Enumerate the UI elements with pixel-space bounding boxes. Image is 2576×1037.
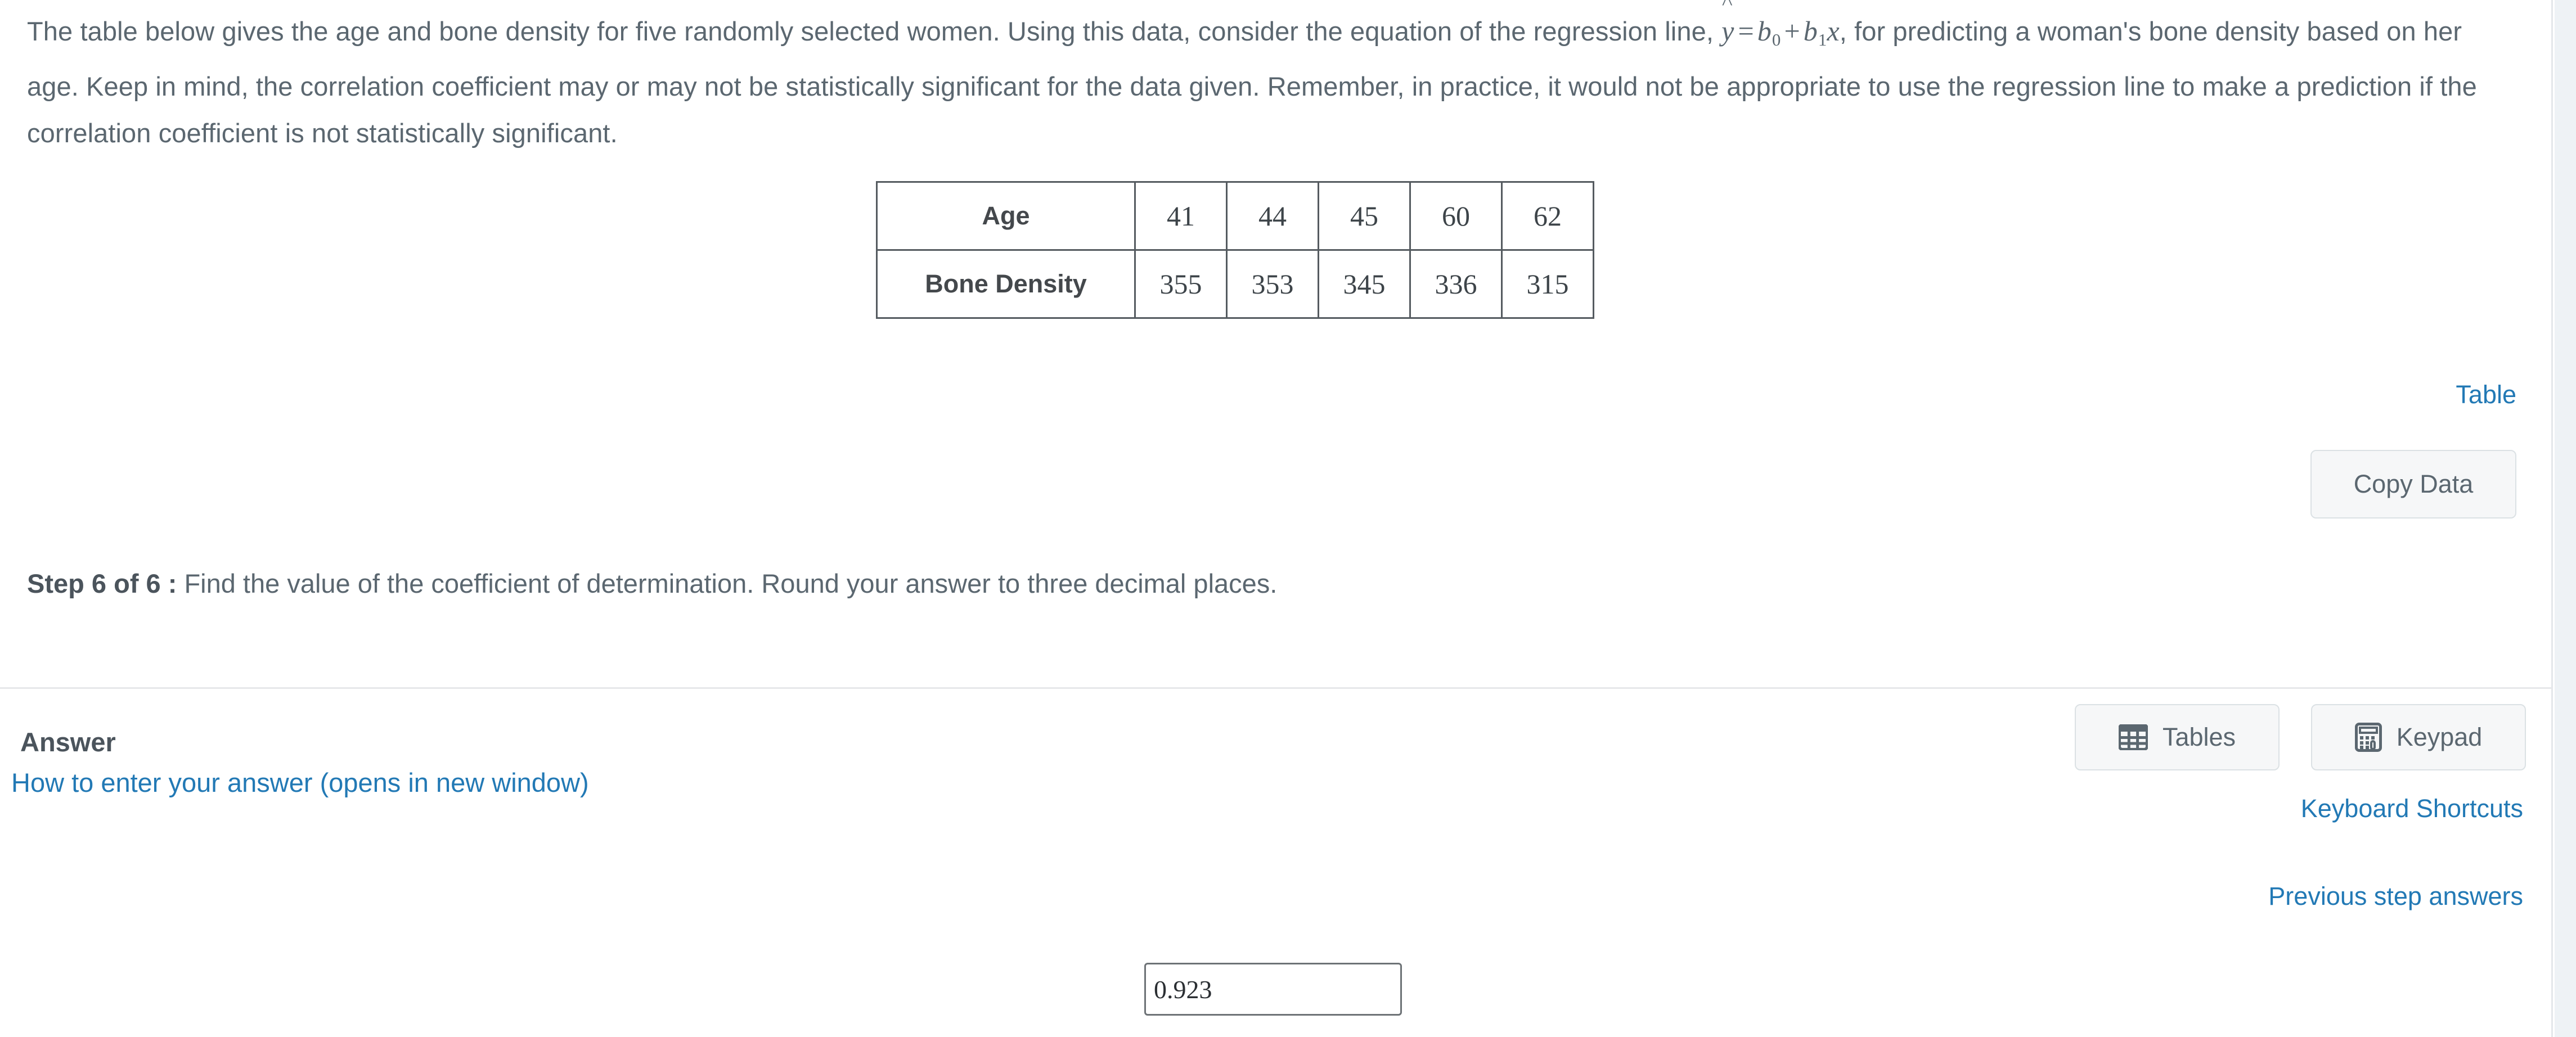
y-variable: y — [1721, 15, 1734, 47]
bone-density-value-5: 315 — [1501, 249, 1594, 319]
hat-accent-icon: ^ — [1721, 0, 1733, 15]
answer-heading: Answer — [20, 727, 116, 757]
section-divider — [0, 687, 2552, 689]
keypad-button-label: Keypad — [2396, 723, 2483, 751]
age-value-4: 60 — [1409, 181, 1503, 251]
bone-density-value-1: 355 — [1134, 249, 1228, 319]
bone-density-value-2: 353 — [1226, 249, 1319, 319]
answer-help-link[interactable]: How to enter your answer (opens in new w… — [11, 767, 589, 798]
keypad-button[interactable]: Keypad — [2311, 704, 2526, 770]
subscript-1: 1 — [1818, 29, 1827, 49]
table-link[interactable]: Table — [2456, 380, 2516, 409]
previous-step-answers-link[interactable]: Previous step answers — [2268, 882, 2523, 911]
bone-density-value-4: 336 — [1409, 249, 1503, 319]
table-row: Age 41 44 45 60 62 — [876, 181, 1594, 251]
step-instruction-text: Find the value of the coefficient of det… — [184, 569, 1278, 598]
plus-operator: + — [1784, 15, 1800, 47]
equals-operator: = — [1738, 15, 1754, 47]
b-variable-0: b — [1757, 15, 1772, 47]
row-header-bone-density: Bone Density — [876, 249, 1136, 319]
tables-button[interactable]: Tables — [2075, 704, 2280, 770]
step-instruction: Step 6 of 6 : Find the value of the coef… — [27, 568, 1277, 599]
regression-equation: ^ y = b0 + b1x — [1721, 0, 1840, 49]
table-row: Bone Density 355 353 345 336 315 — [876, 249, 1594, 319]
keyboard-shortcuts-link[interactable]: Keyboard Shortcuts — [2301, 794, 2523, 823]
table-grid-icon — [2118, 724, 2148, 750]
copy-data-button-label: Copy Data — [2353, 470, 2474, 498]
step-label: Step 6 of 6 : — [27, 569, 177, 598]
age-bone-density-table: Age 41 44 45 60 62 Bone Density 355 353 … — [876, 181, 1594, 319]
x-variable: x — [1827, 15, 1840, 47]
b-variable-1: b — [1803, 15, 1818, 47]
age-value-3: 45 — [1318, 181, 1411, 251]
bone-density-value-3: 345 — [1318, 249, 1411, 319]
row-header-age: Age — [876, 181, 1136, 251]
age-value-1: 41 — [1134, 181, 1228, 251]
answer-input[interactable] — [1144, 963, 1402, 1016]
right-gutter — [2555, 0, 2576, 1037]
copy-data-button[interactable]: Copy Data — [2310, 450, 2516, 518]
age-value-2: 44 — [1226, 181, 1319, 251]
data-table-container: Age 41 44 45 60 62 Bone Density 355 353 … — [876, 181, 1594, 319]
calculator-icon — [2354, 723, 2382, 752]
problem-page: The table below gives the age and bone d… — [0, 0, 2553, 1037]
problem-text-before-equation: The table below gives the age and bone d… — [27, 16, 1721, 46]
tables-button-label: Tables — [2162, 723, 2236, 751]
subscript-0: 0 — [1772, 29, 1781, 49]
y-hat-symbol: ^ y — [1721, 0, 1734, 55]
problem-statement: The table below gives the age and bone d… — [27, 0, 2519, 156]
age-value-5: 62 — [1501, 181, 1594, 251]
